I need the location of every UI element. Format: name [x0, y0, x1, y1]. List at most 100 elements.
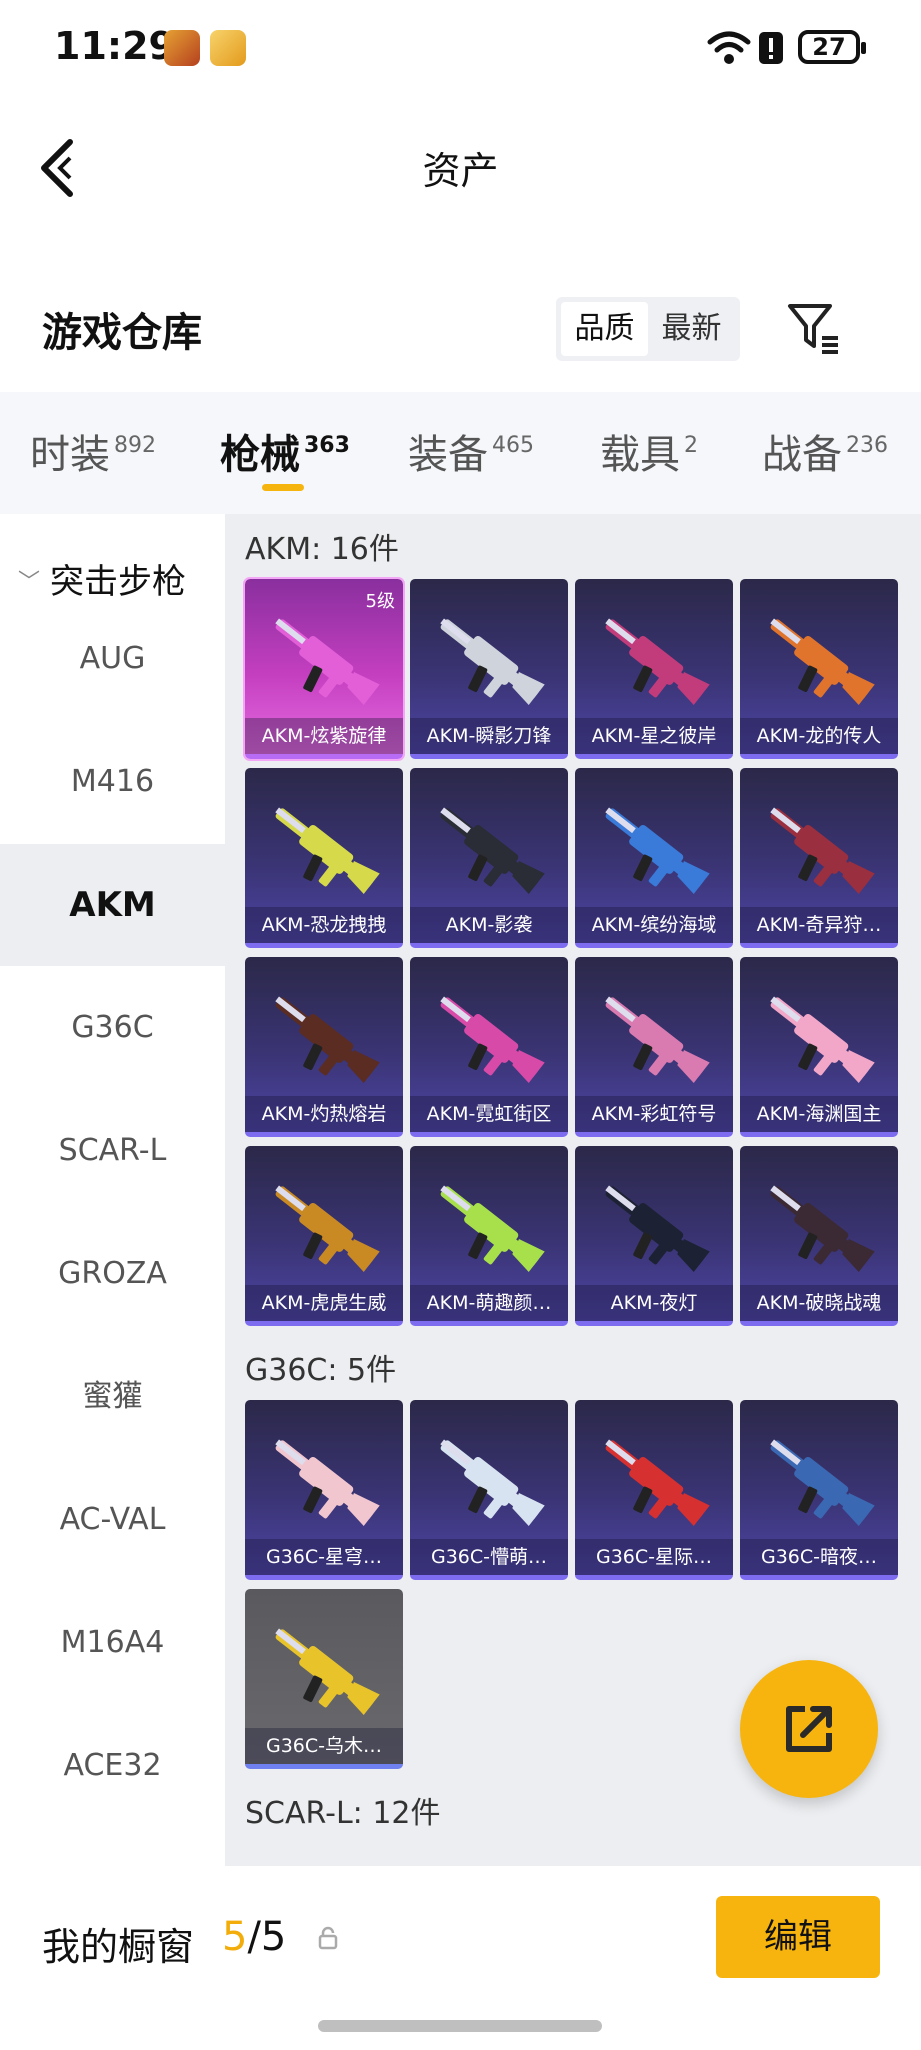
share-button[interactable]	[740, 1660, 878, 1798]
status-time: 11:29	[54, 24, 175, 68]
tab-label: 枪械	[220, 432, 300, 478]
skin-name: AKM-海渊国主	[740, 1096, 898, 1132]
showcase-count: 5/5	[222, 1914, 286, 1960]
rifle-skin-icon	[605, 618, 710, 705]
skin-card[interactable]: AKM-海渊国主	[740, 957, 898, 1137]
weapon-type-sidebar: ﹀ 突击步枪 AUG M416 AKM G36C SCAR-L GROZA 蜜獾 …	[0, 514, 225, 1866]
rifle-skin-icon	[605, 996, 710, 1083]
rifle-skin-icon	[770, 996, 875, 1083]
rifle-skin-icon	[770, 1185, 875, 1272]
sort-toggle: 品质 最新	[556, 297, 740, 361]
skin-card[interactable]: AKM-灼热熔岩	[245, 957, 403, 1137]
sidebar-item-groza[interactable]: GROZA	[0, 1213, 225, 1335]
section-title: SCAR-L: 12件	[245, 1796, 441, 1831]
skin-card[interactable]: G36C-星穹…	[245, 1400, 403, 1580]
tab-supplies[interactable]: 战备 236	[762, 422, 888, 480]
skin-card[interactable]: AKM-恐龙拽拽	[245, 768, 403, 948]
skin-name: AKM-彩虹符号	[575, 1096, 733, 1132]
tab-label: 装备	[408, 432, 488, 478]
rifle-skin-icon	[605, 1185, 710, 1272]
tab-label: 载具	[600, 432, 680, 478]
game-app-icon-2	[210, 30, 246, 66]
sidebar-item-akm[interactable]: AKM	[0, 844, 225, 966]
skin-card[interactable]: G36C-暗夜…	[740, 1400, 898, 1580]
tab-costume[interactable]: 时装 892	[30, 422, 156, 480]
skin-card[interactable]: AKM-萌趣颜…	[410, 1146, 568, 1326]
sort-option-quality[interactable]: 品质	[561, 302, 648, 356]
skin-card[interactable]: AKM-缤纷海域	[575, 768, 733, 948]
tab-equipment[interactable]: 装备 465	[408, 422, 534, 480]
sidebar-item-aug[interactable]: AUG	[0, 598, 225, 720]
section-title: G36C: 5件	[245, 1353, 397, 1388]
skin-name: AKM-破晓战魂	[740, 1285, 898, 1321]
page-header: 资产	[0, 96, 921, 236]
rifle-skin-icon	[275, 618, 380, 705]
skin-card[interactable]: AKM-影袭	[410, 768, 568, 948]
skin-card[interactable]: AKM-霓虹街区	[410, 957, 568, 1137]
skin-card[interactable]: G36C-星际…	[575, 1400, 733, 1580]
sidebar-item-ace32[interactable]: ACE32	[0, 1705, 225, 1827]
rifle-skin-icon	[275, 1628, 380, 1715]
showcase-total: /5	[247, 1914, 287, 1960]
rifle-skin-icon	[275, 996, 380, 1083]
skin-name: AKM-奇异狩…	[740, 907, 898, 943]
sidebar-item-m416[interactable]: M416	[0, 721, 225, 843]
skin-card[interactable]: AKM-奇异狩…	[740, 768, 898, 948]
skin-level: 5级	[365, 591, 395, 612]
rifle-skin-icon	[605, 807, 710, 894]
filter-icon[interactable]	[786, 302, 842, 356]
sidebar-item-scar-l[interactable]: SCAR-L	[0, 1090, 225, 1212]
skin-name: AKM-霓虹街区	[410, 1096, 568, 1132]
alert-icon	[759, 32, 783, 64]
home-indicator	[318, 2020, 602, 2032]
skin-card[interactable]: AKM-星之彼岸	[575, 579, 733, 759]
skin-name: AKM-影袭	[410, 907, 568, 943]
status-bar: 11:29 27	[0, 0, 921, 96]
skin-card[interactable]: AKM-虎虎生威	[245, 1146, 403, 1326]
tab-count: 892	[114, 433, 156, 458]
rifle-skin-icon	[440, 807, 545, 894]
rifle-skin-icon	[440, 1439, 545, 1526]
skin-name: AKM-炫紫旋律	[245, 718, 403, 754]
tab-label: 时装	[30, 432, 110, 478]
skin-card[interactable]: AKM-破晓战魂	[740, 1146, 898, 1326]
skin-card[interactable]: AKM-龙的传人	[740, 579, 898, 759]
skin-name: AKM-夜灯	[575, 1285, 733, 1321]
skin-name: AKM-星之彼岸	[575, 718, 733, 754]
skin-name: AKM-缤纷海域	[575, 907, 733, 943]
skin-card[interactable]: G36C-乌木…	[245, 1589, 403, 1769]
sidebar-item-honey-badger[interactable]: 蜜獾	[0, 1336, 225, 1458]
skin-card[interactable]: AKM-夜灯	[575, 1146, 733, 1326]
sort-option-newest[interactable]: 最新	[648, 302, 735, 356]
skin-card[interactable]: AKM-瞬影刀锋	[410, 579, 568, 759]
sidebar-item-m16a4[interactable]: M16A4	[0, 1582, 225, 1704]
rifle-skin-icon	[275, 1439, 380, 1526]
share-icon	[786, 1706, 832, 1752]
edit-button[interactable]: 编辑	[716, 1896, 880, 1978]
rifle-skin-icon	[440, 618, 545, 705]
rifle-skin-icon	[440, 1185, 545, 1272]
skin-card[interactable]: G36C-懵萌…	[410, 1400, 568, 1580]
sidebar-group-label: 突击步枪	[50, 562, 187, 602]
sidebar-item-ac-val[interactable]: AC-VAL	[0, 1459, 225, 1581]
page-title: 资产	[422, 149, 499, 193]
skin-name: AKM-龙的传人	[740, 718, 898, 754]
section-title: AKM: 16件	[245, 532, 399, 567]
skin-name: AKM-灼热熔岩	[245, 1096, 403, 1132]
tab-count: 236	[846, 433, 888, 458]
tab-count: 465	[492, 433, 534, 458]
battery-icon: 27	[798, 30, 866, 64]
rifle-skin-icon	[770, 618, 875, 705]
rifle-skin-icon	[275, 1185, 380, 1272]
tab-count: 2	[684, 433, 698, 458]
sidebar-item-g36c[interactable]: G36C	[0, 967, 225, 1089]
skin-name: G36C-暗夜…	[740, 1539, 898, 1575]
rifle-skin-icon	[770, 807, 875, 894]
tab-vehicles[interactable]: 载具 2	[600, 422, 698, 480]
skin-card[interactable]: 5级 AKM-炫紫旋律	[243, 577, 405, 761]
tab-indicator	[262, 484, 304, 491]
sidebar-group-assault-rifle[interactable]: ﹀ 突击步枪	[18, 554, 186, 603]
tab-weapons[interactable]: 枪械 363	[220, 422, 350, 480]
skin-card[interactable]: AKM-彩虹符号	[575, 957, 733, 1137]
skin-name: G36C-懵萌…	[410, 1539, 568, 1575]
